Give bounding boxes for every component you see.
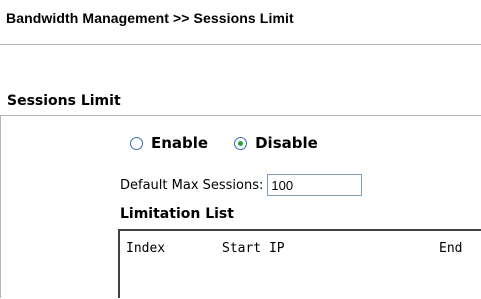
enable-radio[interactable] [130,136,143,150]
column-header-index: Index [126,241,166,256]
limitation-list-header: Index Start IP End [126,241,481,257]
default-max-sessions-input[interactable] [267,174,363,196]
enable-label: Enable [151,134,209,152]
default-max-sessions-row: Default Max Sessions: [120,173,363,197]
column-header-end: End [439,241,463,256]
disable-option[interactable]: Disable [234,134,318,152]
limitation-list-box[interactable]: Index Start IP End [118,229,481,298]
section-title: Sessions Limit [7,93,121,109]
disable-label: Disable [255,134,318,152]
page-title: Bandwidth Management >> Sessions Limit [6,10,294,26]
sessions-limit-mode-group: Enable Disable [130,133,318,153]
title-divider [0,44,481,45]
disable-radio[interactable] [234,136,248,150]
default-max-sessions-label: Default Max Sessions: [120,177,264,193]
limitation-list-title: Limitation List [120,206,234,222]
column-header-start-ip: Start IP [222,241,285,256]
enable-option[interactable]: Enable [130,134,208,152]
section-frame-left-border [0,115,1,298]
